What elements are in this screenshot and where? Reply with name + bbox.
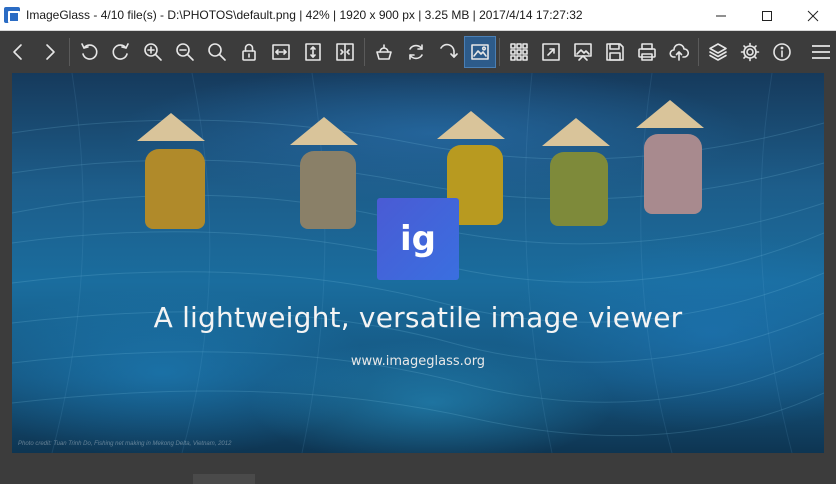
slideshow-button[interactable] bbox=[567, 36, 599, 68]
fullscreen-icon bbox=[542, 42, 560, 61]
checkerboard-button[interactable] bbox=[368, 36, 400, 68]
info-icon bbox=[773, 42, 791, 61]
photo-credit: Photo credit: Tuan Trinh Do, Fishing net… bbox=[18, 441, 232, 447]
window-title: ImageGlass - 4/10 file(s) - D:\PHOTOS\de… bbox=[26, 8, 583, 22]
website-url: www.imageglass.org bbox=[350, 354, 486, 369]
print-button[interactable] bbox=[631, 36, 663, 68]
main-menu-button[interactable] bbox=[806, 31, 836, 72]
fit-width-icon bbox=[272, 43, 290, 60]
title-bar[interactable]: ImageGlass - 4/10 file(s) - D:\PHOTOS\de… bbox=[0, 0, 836, 31]
image-viewer[interactable]: ig A lightweight, versatile image viewer… bbox=[0, 72, 836, 484]
print-icon bbox=[638, 42, 656, 61]
toolbar-separator bbox=[499, 37, 500, 66]
next-icon bbox=[46, 43, 55, 60]
rotate-left-icon bbox=[81, 42, 98, 60]
grid-icon bbox=[510, 42, 528, 61]
layers-icon bbox=[709, 42, 727, 61]
info-button[interactable] bbox=[766, 36, 798, 68]
minimize-button[interactable] bbox=[698, 0, 744, 31]
goto-icon bbox=[440, 43, 458, 58]
imageglass-logo: ig bbox=[377, 198, 459, 280]
horizontal-scrollbar-thumb[interactable] bbox=[193, 474, 255, 484]
settings-icon bbox=[740, 42, 760, 61]
next-image-button[interactable] bbox=[34, 36, 66, 68]
lock-zoom-button[interactable] bbox=[233, 36, 265, 68]
layers-button[interactable] bbox=[702, 36, 734, 68]
fullscreen-button[interactable] bbox=[535, 36, 567, 68]
toolbar bbox=[0, 31, 836, 72]
save-icon bbox=[606, 42, 624, 61]
close-icon bbox=[807, 10, 819, 21]
imageglass-app-icon[interactable] bbox=[4, 7, 20, 23]
close-button[interactable] bbox=[790, 0, 836, 31]
save-button[interactable] bbox=[599, 36, 631, 68]
refresh-icon bbox=[409, 43, 423, 60]
previous-icon bbox=[13, 43, 22, 60]
checkerboard-icon bbox=[376, 43, 392, 60]
zoom-in-icon bbox=[144, 42, 162, 61]
settings-button[interactable] bbox=[734, 36, 766, 68]
zoom-out-button[interactable] bbox=[169, 36, 201, 68]
fit-height-icon bbox=[305, 42, 321, 61]
actual-size-button[interactable] bbox=[201, 36, 233, 68]
fit-width-button[interactable] bbox=[265, 36, 297, 68]
upload-button[interactable] bbox=[663, 36, 695, 68]
lock-zoom-icon bbox=[242, 43, 256, 61]
slideshow-icon bbox=[574, 42, 592, 61]
zoom-in-button[interactable] bbox=[137, 36, 169, 68]
rotate-right-button[interactable] bbox=[105, 36, 137, 68]
tagline: A lightweight, versatile image viewer bbox=[153, 301, 683, 334]
toolbar-separator bbox=[364, 37, 365, 66]
maximize-icon bbox=[762, 10, 772, 21]
zoom-out-icon bbox=[176, 42, 194, 61]
actual-size-icon bbox=[208, 42, 226, 61]
fit-height-button[interactable] bbox=[297, 36, 329, 68]
thumbnail-bar-icon bbox=[471, 43, 489, 60]
scale-to-fit-icon bbox=[336, 42, 354, 61]
window-controls bbox=[698, 0, 836, 31]
minimize-icon bbox=[716, 15, 726, 16]
rotate-right-icon bbox=[112, 42, 129, 60]
toolbar-separator bbox=[698, 37, 699, 66]
imageglass-window: ImageGlass - 4/10 file(s) - D:\PHOTOS\de… bbox=[0, 0, 836, 484]
thumbnail-bar-button[interactable] bbox=[464, 35, 496, 68]
upload-icon bbox=[669, 43, 689, 61]
hamburger-menu-icon bbox=[812, 44, 830, 59]
grid-button[interactable] bbox=[503, 36, 535, 68]
refresh-button[interactable] bbox=[400, 36, 432, 68]
previous-image-button[interactable] bbox=[2, 36, 34, 68]
toolbar-separator bbox=[69, 37, 70, 66]
rotate-left-button[interactable] bbox=[73, 36, 105, 68]
scale-to-fit-button[interactable] bbox=[329, 36, 361, 68]
displayed-image[interactable]: ig A lightweight, versatile image viewer… bbox=[12, 73, 824, 453]
maximize-button[interactable] bbox=[744, 0, 790, 31]
goto-button[interactable] bbox=[432, 36, 464, 68]
